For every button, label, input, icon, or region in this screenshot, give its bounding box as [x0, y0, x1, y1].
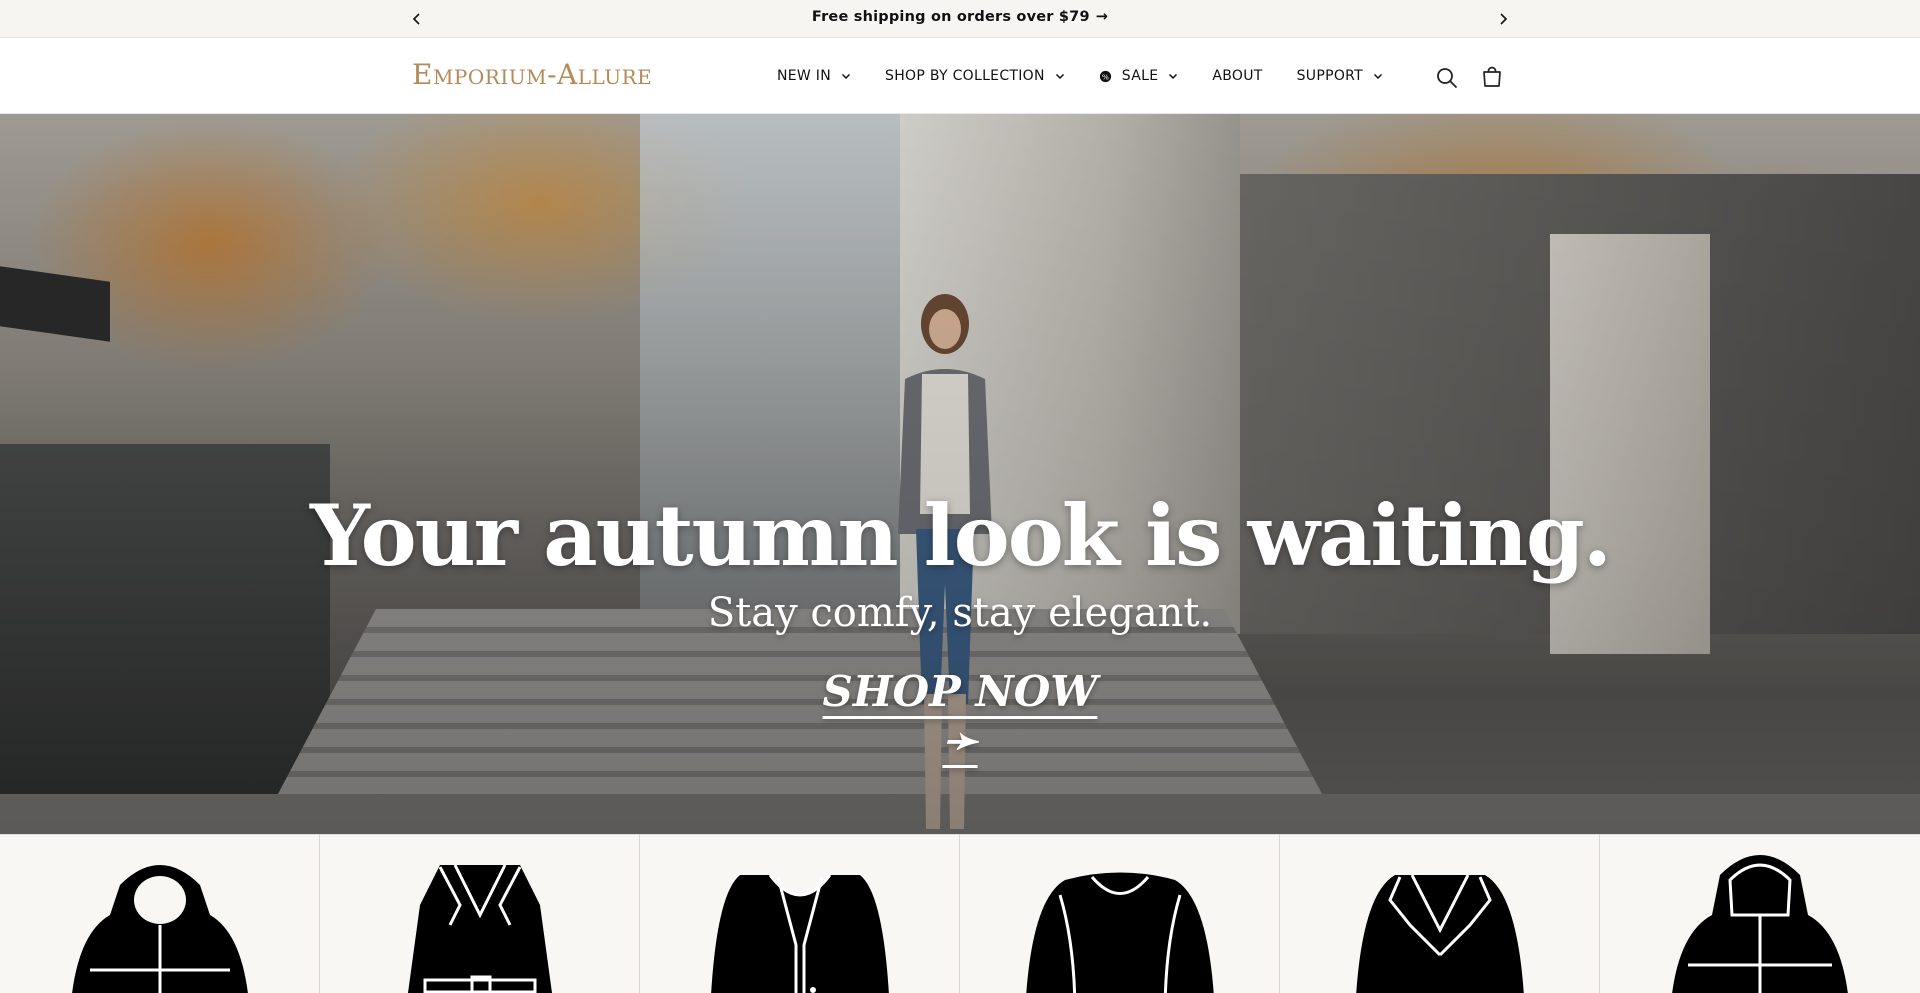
blazer-icon — [1356, 874, 1524, 993]
sale-tag-icon: % — [1099, 70, 1111, 82]
nav-item-shop-by-collection[interactable]: SHOP BY COLLECTION — [885, 68, 1065, 84]
hooded-puffer-icon — [1672, 855, 1848, 993]
collection-tile[interactable] — [0, 835, 320, 993]
collection-grid — [0, 834, 1920, 993]
cardigan-icon — [711, 874, 889, 993]
hero-subtitle: Stay comfy, stay elegant. — [707, 590, 1213, 636]
chevron-down-icon — [1055, 73, 1064, 80]
site-logo[interactable]: Emporium-Allure — [412, 58, 652, 91]
hero-title: Your autumn look is waiting. — [309, 486, 1612, 585]
announcement-bar: Free shipping on orders over $79 → — [0, 0, 1920, 38]
nav-item-about[interactable]: ABOUT — [1212, 68, 1262, 84]
collection-tile[interactable] — [960, 835, 1280, 993]
arrow-right-icon: → — [1095, 9, 1109, 25]
nav-label: NEW IN — [777, 68, 832, 84]
trench-coat-icon — [408, 864, 552, 993]
chevron-down-icon — [1169, 73, 1178, 80]
puffer-jacket-icon — [72, 865, 248, 993]
cart-icon[interactable] — [1480, 65, 1504, 89]
nav-label: ABOUT — [1212, 68, 1263, 84]
collection-tile[interactable] — [320, 835, 640, 993]
sweater-icon — [1026, 872, 1214, 993]
nav-label: SUPPORT — [1296, 68, 1364, 84]
main-nav: NEW IN SHOP BY COLLECTION % SALE ABOUT S… — [777, 38, 1417, 114]
chevron-down-icon — [1374, 73, 1383, 80]
nav-item-new-in[interactable]: NEW IN — [777, 68, 851, 84]
svg-text:%: % — [1102, 72, 1109, 81]
site-header: Emporium-Allure NEW IN SHOP BY COLLECTIO… — [0, 38, 1920, 114]
collection-tile[interactable] — [1280, 835, 1600, 993]
collection-tile[interactable] — [640, 835, 960, 993]
nav-label: SALE — [1121, 68, 1159, 84]
chevron-down-icon — [841, 73, 851, 80]
collection-tile[interactable] — [1600, 835, 1920, 993]
hero-banner: Your autumn look is waiting. Stay comfy,… — [0, 114, 1920, 834]
shop-now-link[interactable]: SHOP NOW ➛ — [800, 667, 1120, 765]
nav-label: SHOP BY COLLECTION — [885, 68, 1045, 84]
announcement-message[interactable]: Free shipping on orders over $79 → — [0, 9, 1920, 25]
search-icon[interactable] — [1435, 66, 1459, 90]
nav-item-support[interactable]: SUPPORT — [1297, 68, 1383, 84]
chevron-right-icon[interactable] — [1493, 9, 1513, 29]
announcement-text: Free shipping on orders over $79 — [811, 9, 1090, 25]
nav-item-sale[interactable]: % SALE — [1099, 68, 1179, 84]
